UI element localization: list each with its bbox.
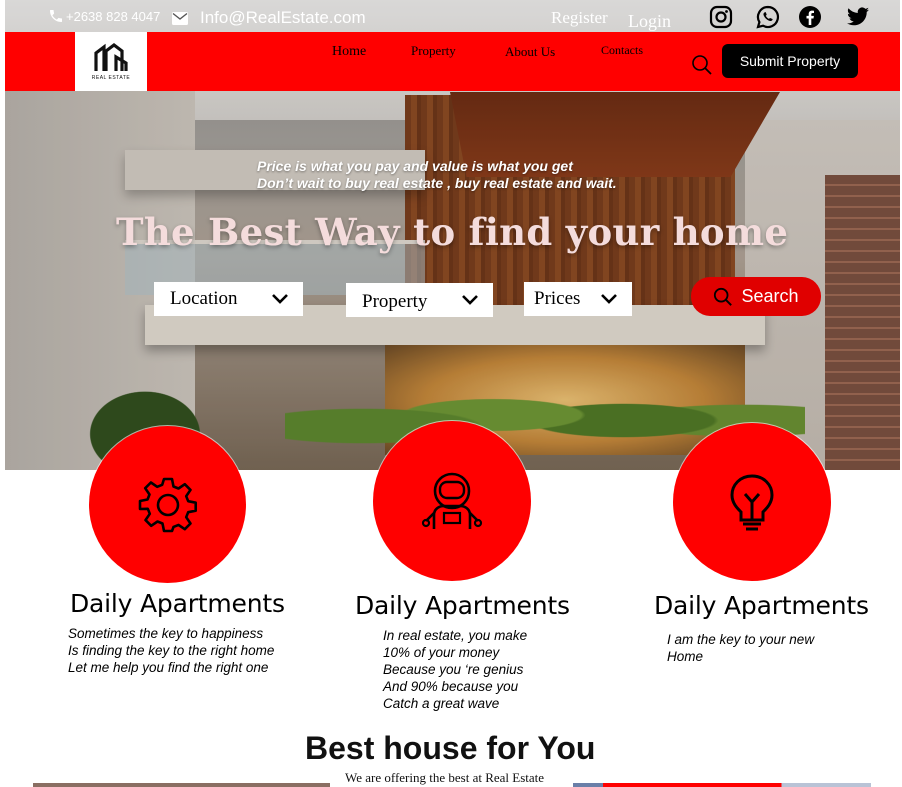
chevron-down-icon [462,295,478,305]
feature-circle-2 [373,421,531,581]
phone-number: +2638 828 4047 [66,8,161,24]
facebook-icon[interactable] [798,5,822,29]
lightbulb-icon [730,474,774,531]
feature-text-2: In real estate, you make 10% of your mon… [383,628,528,711]
logo-text: REAL ESTATE [91,74,131,81]
login-link[interactable]: Login [628,11,671,32]
hero-quote: Price is what you pay and value is what … [257,158,617,192]
site-logo[interactable]: REAL ESTATE [75,32,147,91]
best-house-subtitle: We are offering the best at Real Estate [345,770,545,785]
chevron-down-icon [601,294,617,304]
property-dropdown[interactable]: Property [346,283,493,317]
quote-line-1: Price is what you pay and value is what … [257,158,573,174]
property-card-preview-1[interactable] [33,783,330,787]
chevron-down-icon [272,294,288,304]
register-link[interactable]: Register [551,8,608,28]
envelope-icon [172,11,188,25]
nav-contacts[interactable]: Contacts [601,43,643,58]
search-icon [714,287,733,306]
whatsapp-icon[interactable] [756,5,780,29]
feature-circle-1 [89,426,246,583]
phone-contact[interactable]: +2638 828 4047 [48,8,160,24]
feature-title-3: Daily Apartments [654,591,869,620]
feature-circle-3 [673,423,831,581]
astronaut-icon [421,472,483,529]
feature-text-1: Sometimes the key to happiness Is findin… [68,626,275,675]
submit-property-button[interactable]: Submit Property [722,44,858,78]
search-button-label: Search [741,286,799,306]
location-dropdown-label: Location [170,288,238,309]
main-navigation: REAL ESTATE Home Property About Us Conta… [5,32,900,91]
quote-line-2: Don’t wait to buy real estate , buy real… [257,175,617,191]
best-house-title: Best house for You [305,730,596,766]
top-contact-bar: +2638 828 4047 Info@RealEstate.com Regis… [0,0,902,34]
property-dropdown-label: Property [362,291,428,312]
house-logo-icon [94,42,128,71]
search-icon[interactable] [691,54,713,76]
instagram-icon[interactable] [709,5,733,29]
feature-title-1: Daily Apartments [70,589,285,618]
feature-text-3: I am the key to your new Home [667,632,815,664]
nav-property[interactable]: Property [411,43,456,59]
phone-icon [50,10,62,22]
prices-dropdown-label: Prices [534,288,581,309]
nav-home[interactable]: Home [332,44,366,60]
hero-headline: The Best Way to find your home [116,210,789,254]
prices-dropdown[interactable]: Prices [524,282,632,316]
email-address: Info@RealEstate.com [200,8,366,27]
search-button[interactable]: Search [691,277,821,316]
email-contact[interactable]: Info@RealEstate.com [172,8,366,28]
gear-icon [138,477,197,532]
property-card-preview-2[interactable] [573,783,871,787]
feature-title-2: Daily Apartments [355,591,570,620]
location-dropdown[interactable]: Location [154,282,303,316]
nav-about-us[interactable]: About Us [505,44,555,60]
twitter-icon[interactable] [846,5,870,29]
